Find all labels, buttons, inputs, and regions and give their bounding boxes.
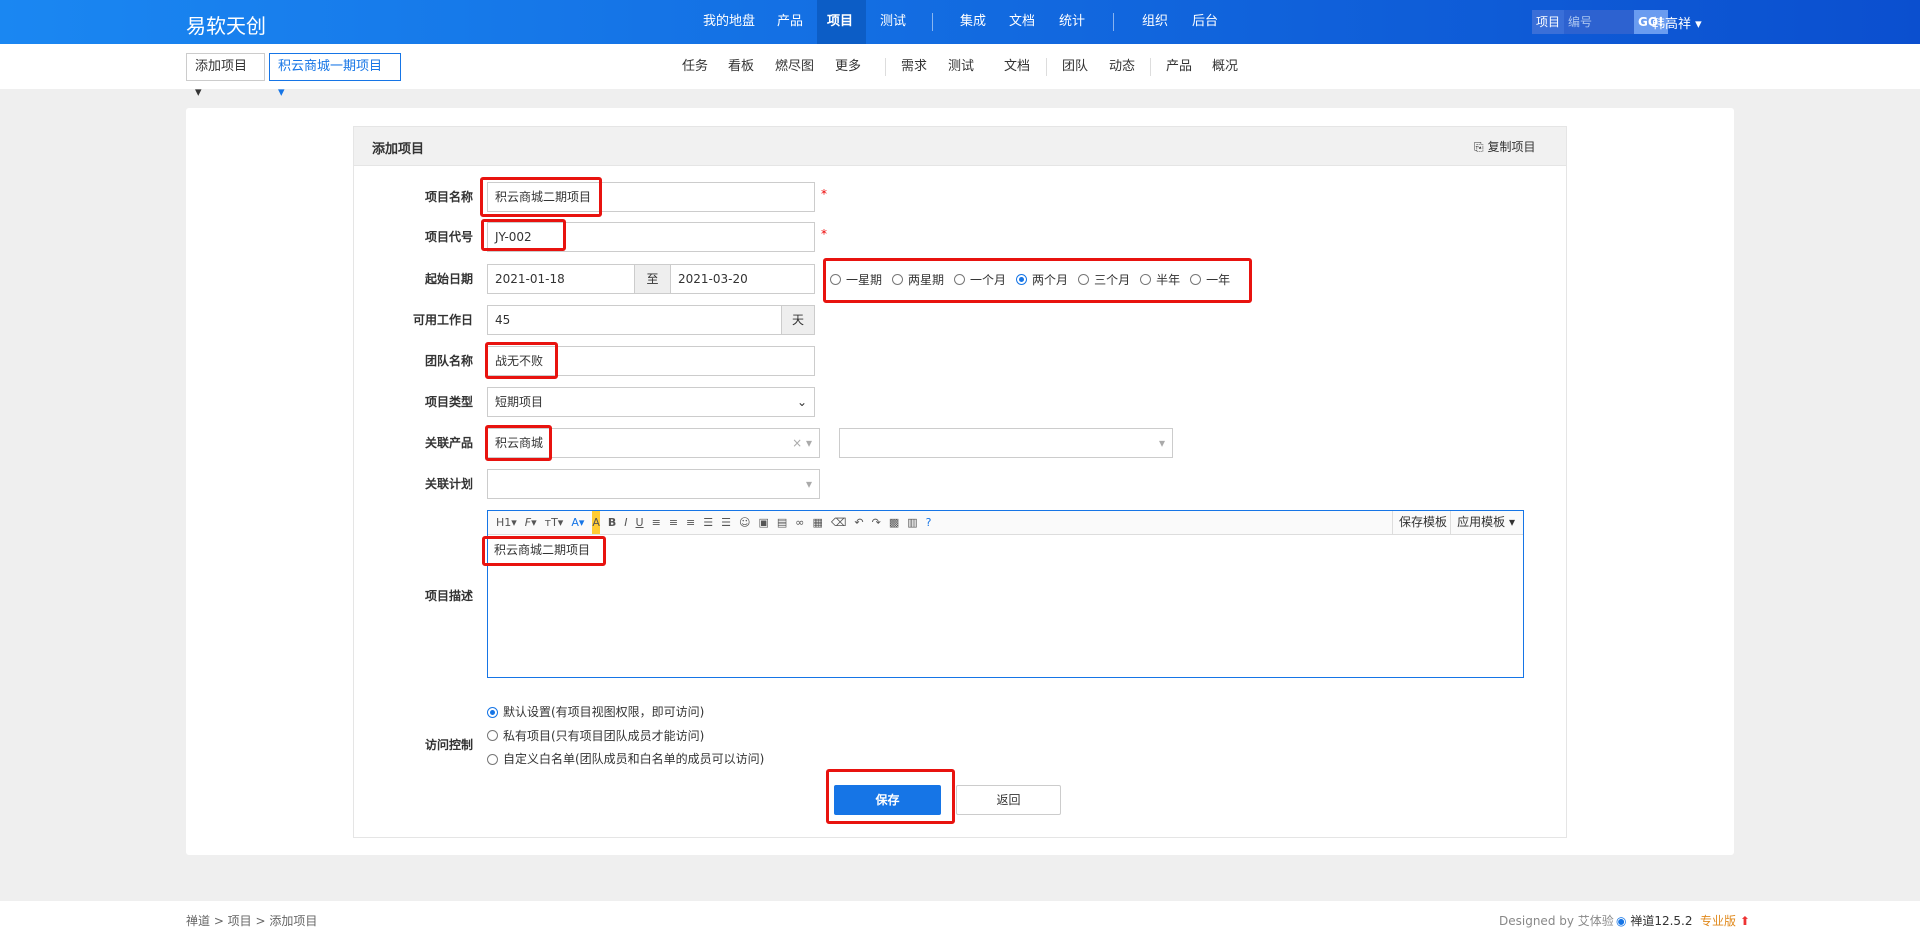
- description-editor[interactable]: H1▾ F▾ тT▾ A▾ A B I U ≡ ≡ ≡ ☰ ☰ ☺ ▣ ▤ ∞ ▦ ⌫ ↶ ↷ ▩ ▥? 保存模板 应用模板…: [487, 510, 1524, 678]
- sub-navbar: 添加项目 ▾ 积云商城一期项目 ▾ 任务 看板 燃尽图 更多 需求 测试 文档 …: [0, 44, 1920, 100]
- desc-label: 项目描述: [424, 589, 473, 603]
- apply-template-button[interactable]: 应用模板 ▾: [1450, 511, 1521, 534]
- nav-stat[interactable]: 统计: [1049, 0, 1095, 44]
- copy-project-button[interactable]: ⎘ 复制项目: [1474, 138, 1535, 155]
- duration-halfyear[interactable]: 半年: [1140, 271, 1180, 288]
- designed-by[interactable]: Designed by 艾体验: [1499, 912, 1614, 929]
- crumb-project-switcher[interactable]: 积云商城一期项目 ▾: [269, 53, 401, 100]
- top-navbar: 易软天创 我的地盘 产品 项目 测试 集成 文档 统计 组织 后台 项目 编号(…: [0, 0, 1920, 44]
- duration-2months[interactable]: 两个月: [1016, 271, 1068, 288]
- subnav-kanban[interactable]: 看板: [728, 44, 754, 89]
- crumb-label: 积云商城一期项目: [278, 59, 383, 74]
- project-name-input[interactable]: 积云商城二期项目: [487, 182, 815, 212]
- duration-radios: 一星期 两星期 一个月 两个月 三个月 半年 一年: [830, 271, 1240, 289]
- subnav-doc[interactable]: 文档: [1004, 44, 1030, 89]
- user-name: 韩高祥: [1652, 17, 1692, 32]
- subnav-team[interactable]: 团队: [1062, 44, 1088, 89]
- logo: 易软天创: [186, 14, 266, 38]
- back-button[interactable]: 返回: [956, 785, 1061, 815]
- branch-select[interactable]: ▾: [839, 428, 1173, 458]
- subnav-test[interactable]: 测试: [948, 44, 974, 89]
- create-project-form: 添加项目 ⎘ 复制项目 项目名称 积云商城二期项目 * 项目代号 JY-002 …: [353, 126, 1567, 838]
- copy-label: 复制项目: [1487, 140, 1536, 154]
- plan-label: 关联计划: [424, 477, 473, 491]
- editor-content[interactable]: 积云商城二期项目: [488, 535, 1523, 564]
- nav-product[interactable]: 产品: [767, 0, 813, 44]
- subnav-view[interactable]: 概况: [1212, 44, 1238, 89]
- acl-default[interactable]: 默认设置(有项目视图权限，即可访问): [487, 701, 704, 723]
- acl-private[interactable]: 私有项目(只有项目团队成员才能访问): [487, 725, 704, 747]
- save-button[interactable]: 保存: [834, 785, 941, 815]
- days-label: 可用工作日: [412, 313, 473, 327]
- duration-1month[interactable]: 一个月: [954, 271, 1006, 288]
- crumb-label: 添加项目: [195, 59, 248, 74]
- subnav-story[interactable]: 需求: [901, 44, 927, 89]
- subnav-product[interactable]: 产品: [1166, 44, 1192, 89]
- team-name-input[interactable]: 战无不败: [487, 346, 815, 376]
- search-input[interactable]: 编号(ctrl+g): [1564, 10, 1635, 34]
- version[interactable]: ◉ 禅道12.5.2: [1616, 912, 1692, 929]
- editor-toolbar: H1▾ F▾ тT▾ A▾ A B I U ≡ ≡ ≡ ☰ ☰ ☺ ▣ ▤ ∞ ▦ ⌫ ↶ ↷ ▩ ▥? 保存模板 应用模板…: [488, 511, 1523, 535]
- workdays-input[interactable]: 45: [487, 305, 782, 335]
- subnav-dynamic[interactable]: 动态: [1109, 44, 1135, 89]
- acl-label: 访问控制: [424, 738, 473, 752]
- chevron-down-icon: ⌄: [796, 395, 807, 409]
- duration-1week[interactable]: 一星期: [830, 271, 882, 288]
- footer: 禅道 > 项目 > 添加项目 Designed by 艾体验 ◉ 禅道12.5.…: [0, 901, 1920, 937]
- nav-test[interactable]: 测试: [870, 0, 916, 44]
- search-type[interactable]: 项目: [1532, 10, 1565, 34]
- duration-3months[interactable]: 三个月: [1078, 271, 1130, 288]
- product-label: 关联产品: [424, 436, 473, 450]
- nav-org[interactable]: 组织: [1132, 0, 1178, 44]
- crumb-add-project[interactable]: 添加项目 ▾: [186, 53, 265, 100]
- days-unit: 天: [781, 305, 815, 335]
- nav-project[interactable]: 项目: [817, 0, 866, 44]
- subnav-task[interactable]: 任务: [682, 44, 708, 89]
- type-label: 项目类型: [424, 395, 473, 409]
- subnav-burn[interactable]: 燃尽图: [775, 44, 814, 89]
- footer-breadcrumb[interactable]: 禅道 > 项目 > 添加项目: [186, 912, 317, 929]
- subnav-more[interactable]: 更多: [835, 44, 861, 89]
- product-select[interactable]: 积云商城 × ▾: [487, 428, 820, 458]
- duration-1year[interactable]: 一年: [1190, 271, 1230, 288]
- zentao-icon: ◉: [1616, 914, 1627, 928]
- acl-radios: 默认设置(有项目视图权限，即可访问) 私有项目(只有项目团队成员才能访问) 自定…: [487, 701, 774, 772]
- project-code-input[interactable]: JY-002: [487, 222, 815, 252]
- copy-icon: ⎘: [1474, 140, 1484, 154]
- upgrade-icon: ⬆: [1739, 914, 1750, 928]
- code-label: 项目代号: [424, 230, 473, 244]
- user-menu[interactable]: 韩高祥 ▾: [1652, 13, 1702, 32]
- date-to: 至: [634, 264, 671, 294]
- date-label: 起始日期: [424, 272, 473, 286]
- nav-my[interactable]: 我的地盘: [693, 0, 765, 44]
- plan-select[interactable]: ▾: [487, 469, 820, 499]
- project-type-select[interactable]: 短期项目 ⌄: [487, 387, 815, 417]
- form-title: 添加项目: [372, 142, 425, 157]
- edition[interactable]: 专业版 ⬆: [1700, 912, 1750, 929]
- nav-doc[interactable]: 文档: [999, 0, 1045, 44]
- nav-admin[interactable]: 后台: [1182, 0, 1228, 44]
- begin-date-input[interactable]: 2021-01-18: [487, 264, 635, 294]
- name-label: 项目名称: [424, 190, 473, 204]
- nav-ci[interactable]: 集成: [950, 0, 996, 44]
- team-label: 团队名称: [424, 354, 473, 368]
- save-template-button[interactable]: 保存模板: [1391, 511, 1453, 534]
- end-date-input[interactable]: 2021-03-20: [670, 264, 815, 294]
- clear-icon[interactable]: × ▾: [792, 429, 812, 457]
- duration-2weeks[interactable]: 两星期: [892, 271, 944, 288]
- acl-custom[interactable]: 自定义白名单(团队成员和白名单的成员可以访问): [487, 748, 764, 770]
